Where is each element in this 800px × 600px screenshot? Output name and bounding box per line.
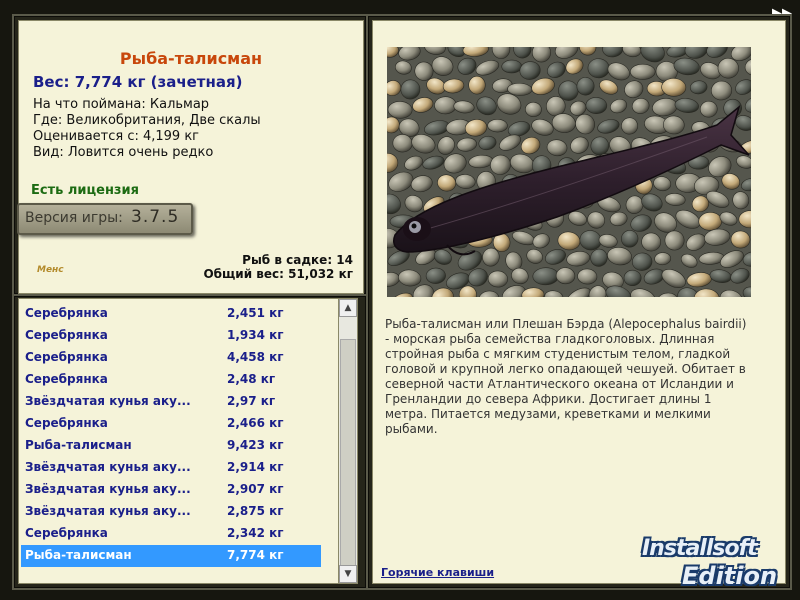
list-item[interactable]: Серебрянка 2,466 кг <box>21 413 321 435</box>
keepnet-count: Рыб в садке: 14 <box>242 253 353 267</box>
fish-weight-cell: 7,774 кг <box>227 548 284 562</box>
fish-info-panel: Рыба-талисман Вес: 7,774 кг (зачетная) Н… <box>17 20 364 294</box>
fish-weight-cell: 4,458 кг <box>227 350 284 364</box>
fish-weight-cell: 2,451 кг <box>227 306 284 320</box>
fish-weight-cell: 1,934 кг <box>227 328 284 342</box>
watermark-line2: Edition <box>682 562 778 590</box>
chevron-down-icon[interactable]: ▼ <box>339 565 357 583</box>
list-item-selected[interactable]: Рыба-талисман 7,774 кг <box>21 545 321 567</box>
rarity-line: Вид: Ловится очень редко <box>33 145 214 160</box>
fish-name: Серебрянка <box>25 328 108 342</box>
list-item[interactable]: Серебрянка 4,458 кг <box>21 347 321 369</box>
fish-weight-cell: 2,875 кг <box>227 504 284 518</box>
min-weight-line: Оценивается с: 4,199 кг <box>33 129 200 144</box>
list-item[interactable]: Звёздчатая кунья аку... 2,875 кг <box>21 501 321 523</box>
fish-weight-cell: 2,342 кг <box>227 526 284 540</box>
catch-list: Серебрянка 2,451 кг Серебрянка 1,934 кг Се… <box>18 298 339 584</box>
fish-name: Рыба-талисман <box>25 548 132 562</box>
list-item[interactable]: Звёздчатая кунья аку... 2,914 кг <box>21 457 321 479</box>
installsoft-watermark: Installsoft Edition <box>640 530 790 596</box>
fish-weight-cell: 2,48 кг <box>227 372 276 386</box>
fish-name: Звёздчатая кунья аку... <box>25 482 191 496</box>
list-item[interactable]: Звёздчатая кунья аку... 2,907 кг <box>21 479 321 501</box>
fish-name: Звёздчатая кунья аку... <box>25 460 191 474</box>
fish-title: Рыба-талисман <box>119 49 263 68</box>
list-scrollbar[interactable]: ▲ ▼ <box>338 298 358 584</box>
list-item[interactable]: Серебрянка 1,934 кг <box>21 325 321 347</box>
list-item[interactable]: Серебрянка 2,451 кг <box>21 303 321 325</box>
fish-weight-cell: 2,907 кг <box>227 482 284 496</box>
fish-weight-cell: 2,466 кг <box>227 416 284 430</box>
fish-name: Серебрянка <box>25 526 108 540</box>
fish-name: Серебрянка <box>25 416 108 430</box>
list-item[interactable]: Серебрянка 2,48 кг <box>21 369 321 391</box>
total-weight: Общий вес: 51,032 кг <box>203 267 353 281</box>
location-line: Где: Великобритания, Две скалы <box>33 113 261 128</box>
version-label: Версия игры: <box>25 210 123 226</box>
small-logo: Менс <box>37 265 64 275</box>
bait-line: На что поймана: Кальмар <box>33 97 210 112</box>
version-number: 3.7.5 <box>131 207 180 227</box>
license-status: Есть лицензия <box>31 183 139 198</box>
fish-name: Звёздчатая кунья аку... <box>25 504 191 518</box>
fish-name: Серебрянка <box>25 372 108 386</box>
fish-photo <box>387 47 751 297</box>
fish-photo-graphic <box>387 47 751 297</box>
fish-name: Серебрянка <box>25 306 108 320</box>
version-badge: Версия игры: 3.7.5 <box>17 203 193 235</box>
hotkeys-link[interactable]: Горячие клавиши <box>381 566 494 579</box>
fish-name: Рыба-талисман <box>25 438 132 452</box>
list-item[interactable]: Рыба-талисман 9,423 кг <box>21 435 321 457</box>
fish-detail-panel: Рыба-талисман или Плешан Бэрда (Alepocep… <box>372 20 786 584</box>
chevron-up-icon[interactable]: ▲ <box>339 299 357 317</box>
list-item[interactable]: Звёздчатая кунья аку... 2,97 кг <box>21 391 321 413</box>
fish-weight-cell: 2,914 кг <box>227 460 284 474</box>
fish-description: Рыба-талисман или Плешан Бэрда (Alepocep… <box>385 317 747 436</box>
scroll-thumb[interactable] <box>340 339 356 567</box>
fish-weight-cell: 2,97 кг <box>227 394 276 408</box>
watermark-line1: Installsoft <box>642 536 758 561</box>
fish-weight-cell: 9,423 кг <box>227 438 284 452</box>
fish-weight: Вес: 7,774 кг (зачетная) <box>33 73 243 91</box>
fish-name: Звёздчатая кунья аку... <box>25 394 191 408</box>
list-item[interactable]: Серебрянка 2,342 кг <box>21 523 321 545</box>
fish-name: Серебрянка <box>25 350 108 364</box>
